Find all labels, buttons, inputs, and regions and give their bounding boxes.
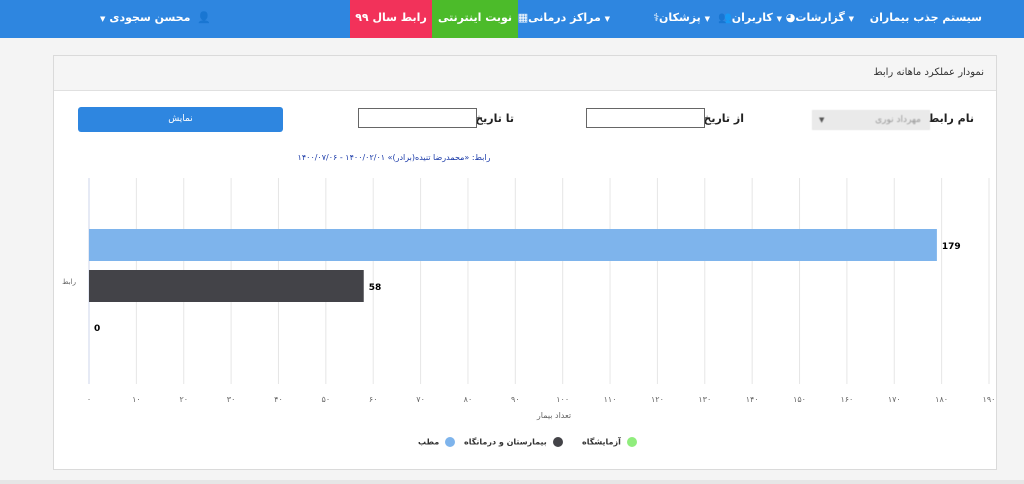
legend-dot-lab [626, 437, 637, 447]
chevron-down-icon: ▼ [819, 116, 825, 124]
hospital-icon: ▦ [517, 11, 529, 24]
nav-reports[interactable]: ◕گزارشات ▼ [783, 0, 858, 38]
nav-doctors-label: پزشکان [659, 11, 701, 24]
nav-brand[interactable]: سیستم جذب بیماران [870, 0, 982, 38]
x-tick-label: ۱۹۰ [983, 395, 996, 404]
chevron-down-icon: ▼ [604, 15, 610, 23]
legend-item-hospital[interactable]: بیمارستان و درمانگاه [464, 437, 563, 447]
show-button[interactable]: نمایش [78, 107, 283, 132]
x-tick-label: ۱۱۰ [604, 395, 617, 404]
data-label: 58 [369, 283, 382, 293]
nav-centers[interactable]: ▦مراکز درمانی ▼ [515, 0, 614, 38]
x-tick-label: ۱۸۰ [935, 395, 948, 404]
liaison-select-value: مهرداد نوری [875, 115, 921, 125]
bar [89, 270, 364, 302]
user-name-label: محسن سجودی [109, 11, 191, 24]
x-tick-label: ۱۳۰ [698, 395, 711, 404]
x-tick-label: ۲۰ [179, 395, 188, 404]
panel-title: نمودار عملکرد ماهانه رابط [873, 67, 984, 78]
x-tick-label: ۵۰ [322, 395, 331, 404]
nav-doctors[interactable]: ⚕پزشکان ▼ [650, 0, 714, 38]
liaison-99-button[interactable]: رابط سال ۹۹ [350, 0, 432, 38]
chart-panel: نمودار عملکرد ماهانه رابط نام رابط ▼ مهر… [53, 55, 997, 470]
liaison-99-label: رابط سال ۹۹ [355, 11, 427, 24]
legend-label-hospital: بیمارستان و درمانگاه [464, 437, 547, 447]
nav-users[interactable]: 👥کاربران ▼ [715, 0, 786, 38]
x-tick-label: ۱۰ [132, 395, 141, 404]
from-date-label: از تاریخ [703, 112, 744, 125]
x-tick-label: ۱۲۰ [651, 395, 664, 404]
liaison-select[interactable]: ▼ مهرداد نوری [812, 110, 930, 130]
chart-subtitle: رابط: «محمدرضا تنیده(برادر)» ۱۴۰۰/۰۲/۰۱ … [297, 153, 491, 162]
bar [89, 229, 937, 261]
chevron-down-icon: ▼ [776, 15, 782, 23]
x-tick-label: ۶۰ [369, 395, 378, 404]
liaison-label: نام رابط [927, 112, 974, 125]
dashboard-icon: ◕ [785, 11, 796, 24]
users-icon: 👥 [718, 11, 732, 24]
panel-header: نمودار عملکرد ماهانه رابط [54, 56, 996, 91]
to-date-input[interactable] [358, 108, 477, 128]
top-navbar: سیستم جذب بیماران ◕گزارشات ▼ 👥کاربران ▼ … [0, 0, 1024, 38]
nav-reports-label: گزارشات [795, 11, 845, 24]
chevron-down-icon: ▼ [100, 15, 106, 23]
legend-item-lab[interactable]: آزمایشگاه [582, 437, 637, 447]
x-tick-label: ۱۰۰ [556, 395, 569, 404]
nav-users-label: کاربران [731, 11, 773, 24]
x-tick-label: ۴۰ [274, 395, 283, 404]
data-label: 179 [942, 242, 961, 252]
online-turn-button[interactable]: نوبت اینترنتی [432, 0, 518, 38]
x-tick-label: ۰ [87, 395, 91, 404]
nav-centers-label: مراکز درمانی [528, 11, 601, 24]
x-tick-label: ۱۴۰ [746, 395, 759, 404]
x-tick-label: ۱۷۰ [888, 395, 901, 404]
brand-label: سیستم جذب بیماران [869, 11, 982, 24]
data-label: 0 [94, 324, 100, 334]
x-tick-label: ۱۶۰ [840, 395, 853, 404]
chevron-down-icon: ▼ [704, 15, 710, 23]
bar-chart: ۰ ۱۰ ۲۰ ۳۰ ۴۰ ۵۰ ۶۰ ۷۰ ۸۰ ۹۰ ۱۰۰ ۱۱۰ ۱۲۰ ۱۳۰ ۱۴۰ ۱۵۰ ۱۶۰… [62, 178, 996, 420]
x-tick-label: ۱۵۰ [793, 395, 806, 404]
legend-label-lab: آزمایشگاه [582, 437, 621, 447]
from-date-input[interactable] [586, 108, 705, 128]
legend-dot-matab [445, 437, 456, 447]
x-tick-label: ۹۰ [511, 395, 520, 404]
legend-dot-hospital [552, 437, 563, 447]
legend-item-matab[interactable]: مطب [418, 437, 456, 447]
x-tick-label: ۷۰ [416, 395, 425, 404]
page-footer-shadow [0, 480, 1024, 484]
to-date-label: تا تاریخ [475, 112, 514, 125]
online-turn-label: نوبت اینترنتی [437, 11, 513, 24]
x-tick-label: ۸۰ [464, 395, 473, 404]
legend-label-matab: مطب [418, 437, 440, 447]
chevron-down-icon: ▼ [848, 15, 854, 23]
user-icon: 👤 [197, 11, 211, 24]
x-axis-title: تعداد بیمار [536, 411, 571, 420]
x-tick-label: ۳۰ [227, 395, 236, 404]
user-menu[interactable]: ▼ محسن سجودی 👤 [100, 0, 211, 38]
y-category-label: رابط [62, 278, 76, 286]
